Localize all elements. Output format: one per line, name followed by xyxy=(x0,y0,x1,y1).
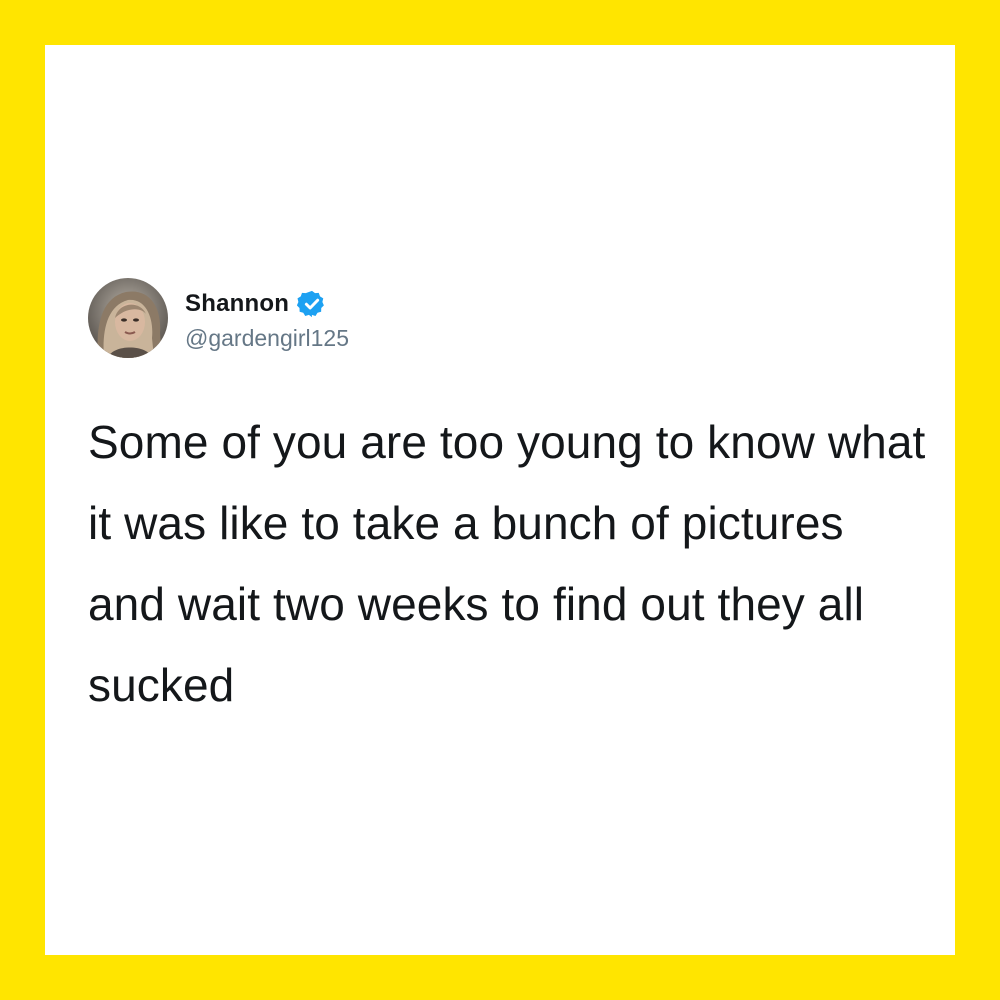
tweet-card: Shannon @gardengirl125 Some of you are t… xyxy=(45,45,955,955)
tweet-header: Shannon @gardengirl125 xyxy=(88,278,928,358)
display-name-row: Shannon xyxy=(185,284,349,324)
display-name[interactable]: Shannon xyxy=(185,290,289,318)
user-handle[interactable]: @gardengirl125 xyxy=(185,325,349,352)
avatar[interactable] xyxy=(88,278,168,358)
avatar-image xyxy=(88,278,168,358)
verified-badge-icon xyxy=(297,289,327,319)
user-names: Shannon @gardengirl125 xyxy=(185,284,349,352)
tweet: Shannon @gardengirl125 Some of you are t… xyxy=(88,278,928,726)
tweet-text: Some of you are too young to know what i… xyxy=(88,416,926,711)
